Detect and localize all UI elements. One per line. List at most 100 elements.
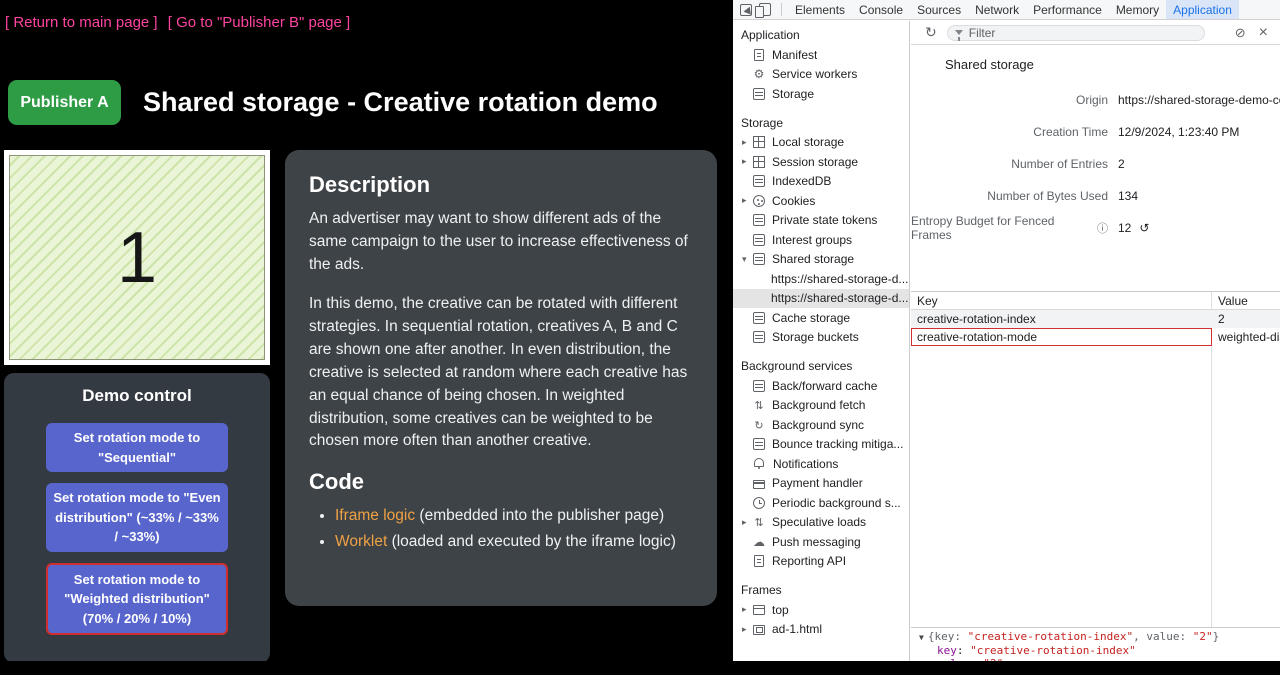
sidebar-item-periodic-background-sync[interactable]: Periodic background s... <box>733 493 909 513</box>
sidebar-item-notifications[interactable]: Notifications <box>733 454 909 474</box>
devtools-sidebar: Application Manifest Service workers Sto… <box>733 21 910 661</box>
sidebar-item-cache-storage[interactable]: Cache storage <box>733 308 909 328</box>
devtools-tabbar: Elements Console Sources Network Perform… <box>733 0 1280 20</box>
close-icon[interactable] <box>1259 24 1268 42</box>
database-icon <box>753 331 765 343</box>
section-storage: Storage <box>733 114 909 133</box>
filter-input[interactable]: Filter <box>947 25 1205 41</box>
database-icon <box>753 175 765 187</box>
chevron-right-icon[interactable] <box>742 156 753 167</box>
publisher-page: [ Return to main page ] [ Go to "Publish… <box>0 0 733 675</box>
sidebar-item-indexeddb[interactable]: IndexedDB <box>733 172 909 192</box>
sidebar-item-interest-groups[interactable]: Interest groups <box>733 230 909 250</box>
chevron-right-icon[interactable] <box>742 195 753 206</box>
clear-icon[interactable] <box>1235 25 1246 41</box>
table-row[interactable]: creative-rotation-mode weighted-dist <box>911 328 1280 346</box>
tab-console[interactable]: Console <box>852 0 910 19</box>
filter-funnel-icon <box>955 30 963 35</box>
top-links: [ Return to main page ] [ Go to "Publish… <box>5 14 356 31</box>
device-toolbar-icon[interactable] <box>759 3 771 16</box>
database-icon <box>753 214 765 226</box>
sidebar-item-private-state-tokens[interactable]: Private state tokens <box>733 211 909 231</box>
page-header: Publisher A Shared storage - Creative ro… <box>8 80 658 125</box>
section-background-services: Background services <box>733 357 909 376</box>
tab-elements[interactable]: Elements <box>788 0 852 19</box>
description-paragraph-2: In this demo, the creative can be rotate… <box>309 293 693 454</box>
sidebar-item-bounce-tracking[interactable]: Bounce tracking mitiga... <box>733 435 909 455</box>
sidebar-item-frame-top[interactable]: top <box>733 600 909 620</box>
code-links-list: Iframe logic (embedded into the publishe… <box>335 505 693 554</box>
expand-triangle-icon[interactable] <box>919 631 924 644</box>
chevron-right-icon[interactable] <box>742 624 753 635</box>
iframe-logic-link[interactable]: Iframe logic <box>335 507 415 524</box>
cookie-icon <box>753 195 765 207</box>
refresh-icon[interactable] <box>925 24 937 41</box>
table-header: Key Value <box>911 292 1280 310</box>
ad-creative-frame: 1 <box>4 150 270 365</box>
meta-row-entries: Number of Entries 2 <box>911 148 1280 180</box>
sidebar-item-shared-storage[interactable]: Shared storage <box>733 250 909 270</box>
sidebar-item-reporting-api[interactable]: Reporting API <box>733 552 909 572</box>
set-weighted-distribution-button[interactable]: Set rotation mode to "Weighted distribut… <box>46 563 228 636</box>
chevron-right-icon[interactable] <box>742 517 753 528</box>
meta-row-bytes: Number of Bytes Used 134 <box>911 180 1280 212</box>
sidebar-item-local-storage[interactable]: Local storage <box>733 133 909 153</box>
sidebar-item-payment-handler[interactable]: Payment handler <box>733 474 909 494</box>
sidebar-item-background-sync[interactable]: Background sync <box>733 415 909 435</box>
sidebar-item-storage[interactable]: Storage <box>733 84 909 104</box>
sidebar-item-frame-ad-1[interactable]: ad-1.html <box>733 620 909 640</box>
chevron-right-icon[interactable] <box>742 604 753 615</box>
document-icon <box>754 49 764 61</box>
info-icon[interactable] <box>1097 220 1108 236</box>
preview-key-line: key: "creative-rotation-index" <box>919 644 1280 657</box>
devtools-tabs: Elements Console Sources Network Perform… <box>788 0 1239 19</box>
set-even-distribution-button[interactable]: Set rotation mode to "Even distribution"… <box>46 483 228 552</box>
tab-network[interactable]: Network <box>968 0 1026 19</box>
table-row[interactable]: creative-rotation-index 2 <box>911 310 1280 328</box>
reset-entropy-icon[interactable] <box>1139 221 1149 235</box>
sidebar-item-cookies[interactable]: Cookies <box>733 191 909 211</box>
description-heading: Description <box>309 172 693 198</box>
bell-icon <box>754 458 764 467</box>
column-header-key[interactable]: Key <box>911 294 1211 308</box>
table-icon <box>753 136 765 148</box>
database-icon <box>753 253 765 265</box>
publisher-b-link[interactable]: [ Go to "Publisher B" page ] <box>168 14 350 31</box>
column-header-value[interactable]: Value <box>1211 294 1280 308</box>
document-icon <box>754 555 764 567</box>
sidebar-item-background-fetch[interactable]: Background fetch <box>733 396 909 416</box>
sidebar-item-push-messaging[interactable]: Push messaging <box>733 532 909 552</box>
tab-memory[interactable]: Memory <box>1109 0 1166 19</box>
set-sequential-button[interactable]: Set rotation mode to "Sequential" <box>46 423 228 472</box>
iframe-icon <box>753 625 765 635</box>
sidebar-item-storage-buckets[interactable]: Storage buckets <box>733 328 909 348</box>
filter-placeholder: Filter <box>969 26 996 40</box>
meta-row-creation-time: Creation Time 12/9/2024, 1:23:40 PM <box>911 116 1280 148</box>
shared-storage-heading: Shared storage <box>945 57 1280 72</box>
sidebar-item-shared-storage-origin-1[interactable]: https://shared-storage-d... <box>733 269 909 289</box>
description-card: Description An advertiser may want to sh… <box>285 150 717 606</box>
chevron-right-icon[interactable] <box>742 137 753 148</box>
metadata-view: Origin https://shared-storage-demo-co Cr… <box>911 84 1280 244</box>
return-main-link[interactable]: [ Return to main page ] <box>5 14 158 31</box>
screenshot-root: [ Return to main page ] [ Go to "Publish… <box>0 0 1280 675</box>
tab-sources[interactable]: Sources <box>910 0 968 19</box>
section-application: Application <box>733 26 909 45</box>
chevron-down-icon[interactable] <box>742 254 753 265</box>
worklet-link[interactable]: Worklet <box>335 533 387 550</box>
bullet-text: (loaded and executed by the iframe logic… <box>387 533 676 550</box>
sidebar-item-service-workers[interactable]: Service workers <box>733 65 909 85</box>
sidebar-item-shared-storage-origin-2[interactable]: https://shared-storage-d... <box>733 289 909 309</box>
sidebar-item-manifest[interactable]: Manifest <box>733 45 909 65</box>
tab-performance[interactable]: Performance <box>1026 0 1109 19</box>
inspect-icon[interactable] <box>740 4 752 16</box>
sidebar-item-session-storage[interactable]: Session storage <box>733 152 909 172</box>
cloud-icon <box>753 536 765 548</box>
card-icon <box>753 480 765 489</box>
main-toolbar: Filter <box>911 21 1280 45</box>
tab-application[interactable]: Application <box>1166 0 1239 19</box>
sidebar-item-speculative-loads[interactable]: Speculative loads <box>733 513 909 533</box>
publisher-badge: Publisher A <box>8 80 121 125</box>
database-icon <box>753 88 765 100</box>
sidebar-item-back-forward-cache[interactable]: Back/forward cache <box>733 376 909 396</box>
